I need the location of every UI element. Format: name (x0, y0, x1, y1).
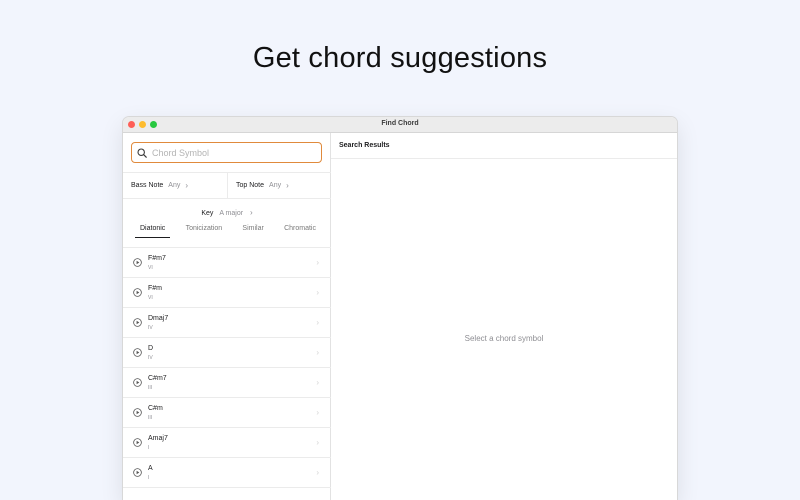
play-circle-icon[interactable] (133, 318, 142, 327)
list-item[interactable]: D IV › (123, 338, 331, 368)
chord-degree: I (148, 475, 150, 481)
chevron-right-icon: › (316, 408, 319, 417)
window-title: Find Chord (381, 120, 419, 127)
play-circle-icon[interactable] (133, 258, 142, 267)
list-item[interactable]: Dmaj7 IV › (123, 308, 331, 338)
chevron-right-icon: › (316, 468, 319, 477)
chord-degree: IV (148, 355, 153, 361)
bass-note-label: Bass Note (131, 182, 164, 189)
list-item[interactable]: C#m III › (123, 398, 331, 428)
chord-name: C#m (148, 405, 163, 412)
bass-note-filter[interactable]: Bass Note Any › (123, 173, 227, 198)
note-filters: Bass Note Any › Top Note Any › (123, 172, 331, 199)
chord-name: F#m7 (148, 255, 166, 262)
play-circle-icon[interactable] (133, 438, 142, 447)
chevron-right-icon: › (250, 208, 253, 217)
window-content: Bass Note Any › Top Note Any › Key A maj… (123, 133, 677, 500)
headline: Get chord suggestions (252, 42, 548, 74)
chevron-right-icon: › (316, 288, 319, 297)
chevron-right-icon: › (316, 438, 319, 447)
search-results-header: Search Results (331, 133, 677, 159)
search-input[interactable] (152, 147, 302, 158)
key-label: Key (201, 210, 214, 217)
play-circle-icon[interactable] (133, 468, 142, 477)
chord-degree: I (148, 445, 150, 451)
empty-state-message: Select a chord symbol (464, 334, 544, 343)
chevron-right-icon: › (316, 318, 319, 327)
suggestion-tabs: Diatonic Tonicization Similar Chromatic (135, 225, 321, 238)
chord-degree: IV (148, 325, 153, 331)
play-circle-icon[interactable] (133, 378, 142, 387)
play-circle-icon[interactable] (133, 288, 142, 297)
chord-degree: VI (148, 265, 153, 271)
list-item[interactable]: C#m7 III › (123, 368, 331, 398)
top-note-label: Top Note (236, 182, 265, 189)
chevron-right-icon: › (286, 181, 289, 190)
key-value: A major (219, 210, 244, 217)
chevron-right-icon: › (316, 258, 319, 267)
search-field[interactable] (131, 142, 322, 163)
key-selector[interactable]: Key A major › (123, 208, 331, 217)
search-results-pane: Search Results Select a chord symbol (331, 133, 677, 500)
chord-list: F#m7 VI › F#m VI › Dmaj7 IV › D IV › C#m… (123, 247, 331, 488)
search-icon (137, 147, 147, 158)
play-circle-icon[interactable] (133, 408, 142, 417)
list-item[interactable]: F#m VI › (123, 278, 331, 308)
chord-name: D (148, 345, 154, 352)
chevron-right-icon: › (185, 181, 189, 190)
chord-name: Dmaj7 (148, 315, 169, 322)
left-pane: Bass Note Any › Top Note Any › Key A maj… (123, 133, 331, 500)
chord-degree: III (148, 415, 153, 421)
chord-degree: VI (148, 295, 153, 301)
chord-degree: III (148, 385, 153, 391)
chord-name: Amaj7 (148, 435, 168, 442)
chevron-right-icon: › (316, 348, 319, 357)
find-chord-window: Find Chord Bass Note Any › Top Note Any (123, 117, 677, 500)
list-item[interactable]: F#m7 VI › (123, 248, 331, 278)
top-note-filter[interactable]: Top Note Any › (227, 173, 331, 198)
chord-name: F#m (148, 285, 162, 292)
tab-tonicization[interactable]: Tonicization (181, 225, 228, 238)
chevron-right-icon: › (316, 378, 319, 387)
tab-similar[interactable]: Similar (237, 225, 268, 238)
chord-name: C#m7 (148, 375, 167, 382)
list-item[interactable]: A I › (123, 458, 331, 488)
list-item[interactable]: Amaj7 I › (123, 428, 331, 458)
bass-note-value: Any (168, 182, 181, 189)
tab-diatonic[interactable]: Diatonic (135, 225, 171, 238)
tab-chromatic[interactable]: Chromatic (279, 225, 321, 238)
chord-name: A (148, 465, 153, 472)
title-bar: Find Chord (123, 117, 677, 133)
top-note-value: Any (269, 182, 282, 189)
play-circle-icon[interactable] (133, 348, 142, 357)
